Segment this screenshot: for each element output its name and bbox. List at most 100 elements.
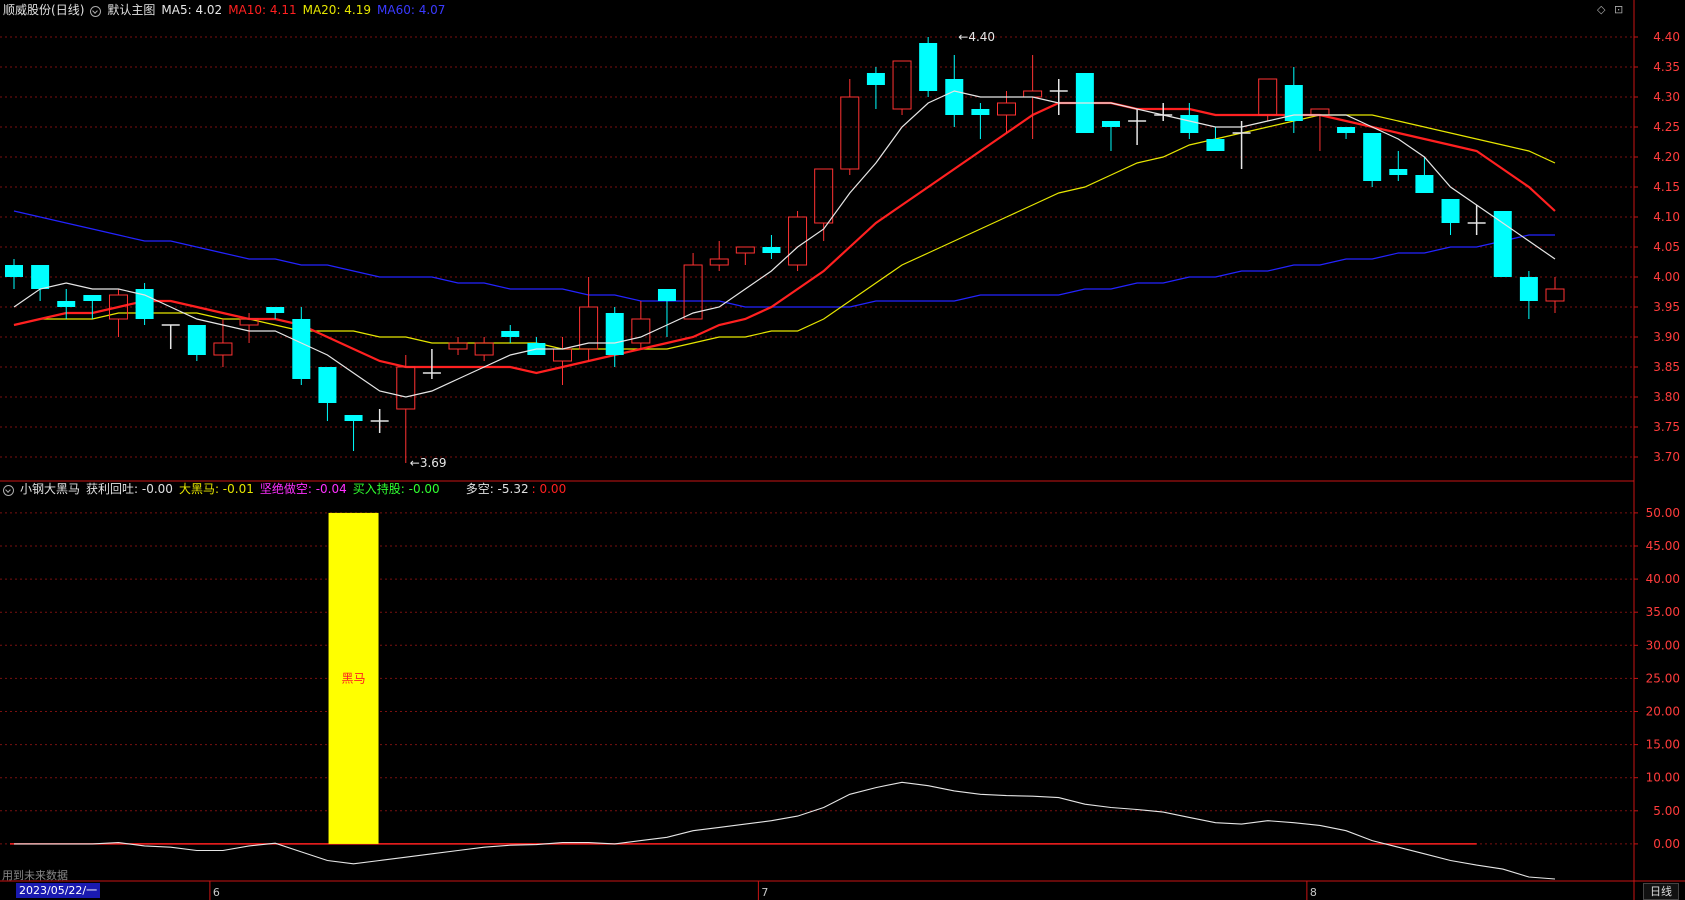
indicator-f6: : 0.00 — [531, 482, 567, 496]
candle — [1545, 277, 1565, 313]
candle-body — [762, 247, 781, 253]
candle — [1389, 151, 1408, 181]
stock-chart[interactable]: ←4.40 ←3.69 黑马 4.404.354.304.254.204.154.… — [0, 0, 1685, 900]
candle — [344, 415, 363, 451]
indicator-tick-label: 45.00 — [1646, 539, 1680, 553]
ma5-label: MA5: 4.02 — [161, 3, 223, 17]
candle-body — [657, 289, 676, 301]
indicator-f1: 获利回吐: -0.00 — [86, 482, 173, 496]
indicator-tick-label: 35.00 — [1646, 605, 1680, 619]
ma60-label: MA60: 4.07 — [377, 3, 446, 17]
indicator-tick-label: 20.00 — [1646, 705, 1680, 719]
month-label: 7 — [761, 886, 768, 899]
indicator-f4: 买入持股: -0.00 — [352, 482, 440, 496]
candle — [866, 67, 885, 109]
candle-body — [474, 342, 494, 356]
candle — [396, 355, 416, 463]
settings-circle-icon[interactable] — [90, 5, 102, 17]
candle-body — [814, 168, 834, 224]
candle-body — [631, 318, 651, 344]
cursor-date: 2023/05/22/一 — [16, 883, 101, 898]
candle-body — [1441, 199, 1460, 223]
candle — [1519, 271, 1538, 319]
candle-body — [735, 246, 755, 254]
candle-body — [1519, 277, 1538, 301]
candle — [318, 367, 337, 421]
candle-body — [1180, 115, 1199, 133]
candle-body — [213, 342, 233, 356]
candle-body — [919, 43, 938, 91]
candle-body — [448, 342, 468, 350]
candle — [814, 168, 834, 241]
candle — [892, 60, 912, 115]
indicator-tick-label: 5.00 — [1653, 804, 1680, 818]
candle — [501, 325, 520, 343]
candle-body — [83, 295, 102, 301]
candle — [474, 337, 494, 361]
indicator-pane[interactable]: 黑马 — [10, 512, 1556, 880]
candle — [1441, 199, 1460, 235]
price-tick-label: 4.35 — [1653, 60, 1680, 74]
candle-body — [945, 79, 964, 115]
indicator-tick-label: 50.00 — [1646, 506, 1680, 520]
candle-body — [292, 319, 311, 379]
indicator-tick-label: 40.00 — [1646, 572, 1680, 586]
price-tick-label: 4.00 — [1653, 270, 1680, 284]
candle-body — [971, 109, 990, 115]
candle-body — [1023, 90, 1043, 98]
ma10-label: MA10: 4.11 — [228, 3, 297, 17]
indicator-tick-label: 25.00 — [1646, 671, 1680, 685]
diamond-icon[interactable]: ◇ — [1597, 3, 1605, 16]
candle — [161, 324, 180, 349]
candle — [1258, 78, 1278, 121]
candle — [762, 235, 781, 259]
period-tab[interactable]: 日线 — [1643, 883, 1679, 900]
period-label: (日线) — [51, 3, 85, 17]
candle-body — [344, 415, 363, 421]
indicator-circle-icon[interactable] — [3, 484, 14, 496]
price-tick-label: 4.15 — [1653, 180, 1680, 194]
price-pane[interactable]: ←4.40 ←3.69 — [5, 30, 1565, 470]
candle — [1206, 127, 1225, 151]
low-price-label: ←3.69 — [410, 456, 447, 470]
indicator-f2: 大黑马: -0.01 — [178, 482, 254, 496]
candle — [135, 283, 154, 325]
candle-body — [788, 216, 808, 266]
indicator-header: 小钢大黑马 获利回吐: -0.00 大黑马: -0.01 坚绝做空: -0.04… — [3, 482, 566, 496]
month-label: 8 — [1310, 886, 1317, 899]
candle — [422, 349, 441, 379]
main-chart-label[interactable]: 默认主图 — [107, 3, 155, 17]
ma5-line — [13, 90, 1556, 398]
candle — [552, 337, 572, 385]
candle-body — [1493, 211, 1512, 277]
price-axis: 4.40 4.35 4.30 4.25 4.20 4.15 4.10 4.05 4.00 3.95… — [0, 0, 1685, 900]
main-header: 顺威股份 (日线) 默认主图 MA5: 4.02 MA10: 4.11 MA20:… — [3, 3, 445, 17]
candle — [1493, 211, 1512, 277]
candle — [1232, 121, 1251, 169]
price-tick-label: 3.85 — [1653, 360, 1680, 374]
high-price-label: ←4.40 — [958, 30, 995, 44]
candle — [971, 103, 990, 139]
indicator-f3: 坚绝做空: -0.04 — [259, 482, 347, 496]
candle-body — [866, 73, 885, 85]
maximize-icon[interactable]: ⊡ — [1614, 3, 1623, 16]
candle — [657, 289, 676, 337]
stock-name[interactable]: 顺威股份 — [3, 3, 51, 17]
price-tick-label: 4.10 — [1653, 210, 1680, 224]
candle-body — [997, 102, 1017, 116]
price-tick-label: 3.95 — [1653, 300, 1680, 314]
candle — [1415, 157, 1434, 193]
indicator-name[interactable]: 小钢大黑马 — [20, 482, 80, 496]
candle-body — [501, 331, 520, 337]
candle-body — [683, 264, 703, 320]
candle — [709, 241, 729, 271]
price-tick-label: 3.75 — [1653, 420, 1680, 434]
candle-body — [318, 367, 337, 403]
candle-body — [5, 265, 23, 277]
candle — [1363, 133, 1382, 187]
grid-lines — [0, 36, 1634, 845]
price-tick-label: 4.30 — [1653, 90, 1680, 104]
candle-body — [396, 366, 416, 410]
price-tick-label: 4.20 — [1653, 150, 1680, 164]
candle — [527, 337, 546, 355]
